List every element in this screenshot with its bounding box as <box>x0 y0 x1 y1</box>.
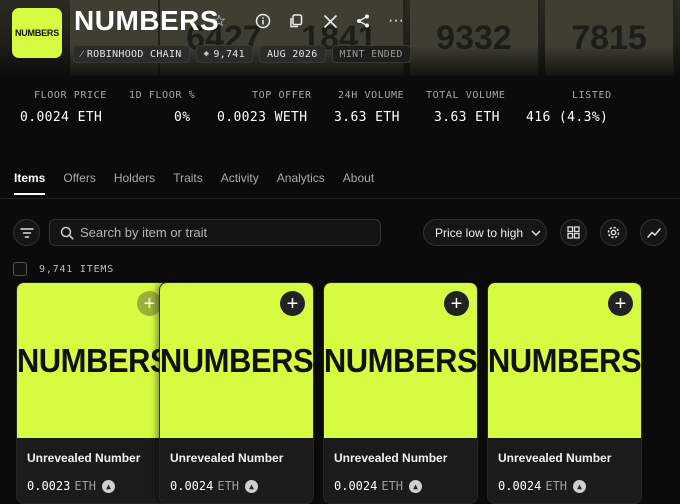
add-to-cart-button[interactable]: + <box>280 291 305 316</box>
item-card[interactable]: NUMBERS + Unrevealed Number 0.0024 ETH ▲ <box>323 282 478 504</box>
trend-line-icon <box>646 227 661 238</box>
grid-view-button[interactable] <box>560 219 587 246</box>
price-currency: ETH <box>74 479 97 493</box>
supply-tag-label: 9,741 <box>213 48 245 60</box>
add-to-cart-button[interactable]: + <box>444 291 469 316</box>
stat-value: 0.0023 WETH <box>217 110 308 125</box>
tab-analytics[interactable]: Analytics <box>277 171 325 195</box>
price-currency: ETH <box>217 479 240 493</box>
share-icon[interactable] <box>353 11 373 31</box>
date-tag-label: AUG 2026 <box>266 48 318 60</box>
plus-icon: + <box>450 292 463 315</box>
chain-tag-label: ROBINHOOD CHAIN <box>86 48 182 60</box>
tab-about[interactable]: About <box>343 171 374 195</box>
add-to-cart-button[interactable]: + <box>608 291 633 316</box>
stat-1d-floor: 1D FLOOR % 0% <box>129 90 195 125</box>
marketplace-icon: ▲ <box>102 479 116 493</box>
gear-icon <box>607 226 620 239</box>
stat-value: 3.63 ETH <box>334 110 400 125</box>
link-icon: ⁄ <box>81 49 83 60</box>
artwork-text: NUMBERS <box>159 341 314 379</box>
more-icon[interactable]: ··· <box>386 11 406 31</box>
mint-status-tag: MINT ENDED <box>331 45 411 63</box>
stat-top-offer: TOP OFFER 0.0023 WETH <box>217 90 312 125</box>
item-card[interactable]: NUMBERS + Unrevealed Number 0.0023 ETH ▲ <box>16 282 171 504</box>
stat-label: FLOOR PRICE <box>34 90 107 101</box>
sort-dropdown[interactable]: Price low to high <box>423 219 547 246</box>
item-card[interactable]: NUMBERS + Unrevealed Number 0.0024 ETH ▲ <box>487 282 642 504</box>
price-value: 0.0024 <box>334 479 378 493</box>
search-input[interactable] <box>80 225 370 240</box>
filter-icon <box>19 227 34 238</box>
stat-value: 0.0024 ETH <box>20 110 103 125</box>
price-value: 0.0024 <box>498 479 542 493</box>
stat-24h-volume: 24H VOLUME 3.63 ETH <box>334 90 405 125</box>
stat-total-volume: TOTAL VOLUME 3.63 ETH <box>426 90 505 125</box>
filter-button[interactable] <box>13 219 40 246</box>
item-price: 0.0024 ETH ▲ <box>498 479 587 493</box>
mint-status-label: MINT ENDED <box>339 48 403 60</box>
star-icon[interactable]: ☆ <box>209 11 229 31</box>
sort-selected-label: Price low to high <box>435 225 524 240</box>
collection-tags: ⁄ ROBINHOOD CHAIN ◈ 9,741 AUG 2026 MINT … <box>73 45 411 63</box>
items-count: 9,741 ITEMS <box>39 263 115 275</box>
marketplace-icon: ▲ <box>573 479 587 493</box>
collection-tabs: Items Offers Holders Traits Activity Ana… <box>14 171 392 195</box>
marketplace-icon: ▲ <box>409 479 423 493</box>
search-box[interactable] <box>49 219 381 246</box>
collection-logo: NUMBERS <box>12 8 62 58</box>
marketplace-icon: ▲ <box>245 479 259 493</box>
stat-label: TOP OFFER <box>252 90 312 101</box>
item-name: Unrevealed Number <box>498 451 612 465</box>
x-social-icon[interactable] <box>320 11 340 31</box>
item-price: 0.0024 ETH ▲ <box>170 479 259 493</box>
plus-icon: + <box>286 292 299 315</box>
plus-icon: + <box>614 292 627 315</box>
stack-icon: ◈ <box>203 49 210 59</box>
plus-icon: + <box>143 292 156 315</box>
tabs-divider <box>0 198 680 199</box>
stat-label: TOTAL VOLUME <box>426 90 506 101</box>
artwork-text: NUMBERS <box>16 341 171 379</box>
item-name: Unrevealed Number <box>170 451 284 465</box>
stat-listed: LISTED 416 (4.3%) <box>526 90 612 125</box>
stat-value: 0% <box>174 110 191 125</box>
tab-traits[interactable]: Traits <box>173 171 203 195</box>
artwork-text: NUMBERS <box>487 341 642 379</box>
item-name: Unrevealed Number <box>334 451 448 465</box>
item-name: Unrevealed Number <box>27 451 141 465</box>
stat-value: 416 (4.3%) <box>526 110 609 125</box>
price-value: 0.0023 <box>27 479 71 493</box>
copy-icon[interactable] <box>286 11 306 31</box>
search-icon <box>60 226 74 240</box>
supply-tag: ◈ 9,741 <box>195 45 253 63</box>
collection-title: NUMBERS <box>74 5 220 36</box>
stat-label: 24H VOLUME <box>338 90 405 101</box>
tab-holders[interactable]: Holders <box>114 171 155 195</box>
price-currency: ETH <box>381 479 404 493</box>
stat-value: 3.63 ETH <box>434 110 500 125</box>
settings-button[interactable] <box>600 219 627 246</box>
tab-offers[interactable]: Offers <box>63 171 95 195</box>
chain-tag[interactable]: ⁄ ROBINHOOD CHAIN <box>73 45 190 63</box>
date-tag: AUG 2026 <box>258 45 326 63</box>
info-icon[interactable] <box>253 11 273 31</box>
items-count-row: 9,741 ITEMS <box>13 262 114 276</box>
grid-icon <box>567 226 580 239</box>
tab-items[interactable]: Items <box>14 171 46 195</box>
artwork-text: NUMBERS <box>323 341 478 379</box>
stat-floor-price: FLOOR PRICE 0.0024 ETH <box>20 90 107 125</box>
tab-activity[interactable]: Activity <box>221 171 259 195</box>
price-value: 0.0024 <box>170 479 214 493</box>
price-currency: ETH <box>545 479 568 493</box>
item-price: 0.0023 ETH ▲ <box>27 479 116 493</box>
select-all-checkbox[interactable] <box>13 262 27 276</box>
chevron-down-icon <box>531 229 541 236</box>
item-card[interactable]: NUMBERS + Unrevealed Number 0.0024 ETH ▲ <box>159 282 314 504</box>
item-price: 0.0024 ETH ▲ <box>334 479 423 493</box>
price-chart-button[interactable] <box>640 219 667 246</box>
stat-label: LISTED <box>572 90 612 101</box>
stat-label: 1D FLOOR % <box>129 90 196 101</box>
